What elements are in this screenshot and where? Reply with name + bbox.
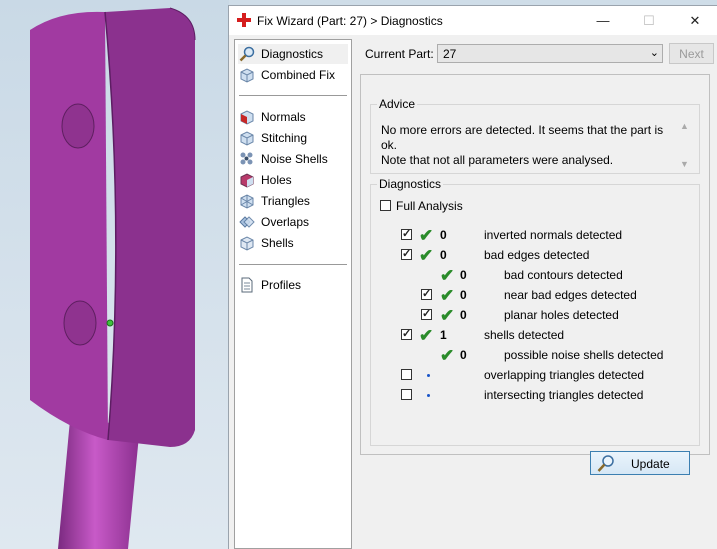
shells-icon bbox=[238, 234, 256, 252]
planar-holes-text: planar holes detected bbox=[504, 308, 619, 322]
check-icon: ✔ bbox=[440, 266, 455, 285]
nav-combined-fix[interactable]: Combined Fix bbox=[238, 65, 348, 85]
intersecting-triangles-checkbox[interactable] bbox=[401, 389, 412, 400]
nav-normals[interactable]: Normals bbox=[238, 107, 348, 127]
noise-shells-icon bbox=[238, 150, 256, 168]
check-icon: ✔ bbox=[419, 226, 434, 245]
bad-edges-text: bad edges detected bbox=[484, 248, 590, 262]
diagnostics-group: Diagnostics Full Analysis ✔ 0 inverted n… bbox=[370, 177, 700, 446]
main-content: Current Part: 27 ⌄ Next Advice No more e… bbox=[360, 39, 716, 549]
hole-bottom bbox=[63, 300, 97, 346]
current-part-value: 27 bbox=[443, 47, 457, 61]
advice-group: Advice No more errors are detected. It s… bbox=[370, 97, 700, 174]
nav-diagnostics[interactable]: Diagnostics bbox=[238, 44, 348, 64]
marker-point bbox=[106, 319, 114, 327]
magnifier-icon bbox=[597, 455, 614, 472]
shells-count: 1 bbox=[440, 328, 447, 342]
nav-overlaps[interactable]: Overlaps bbox=[238, 212, 348, 232]
magnifier-icon bbox=[238, 45, 256, 63]
check-icon: ✔ bbox=[440, 346, 455, 365]
nav-label: Stitching bbox=[261, 131, 308, 145]
noise-shells-text: possible noise shells detected bbox=[504, 348, 664, 362]
scroll-up-icon: ▲ bbox=[680, 121, 689, 131]
dialog-title: Fix Wizard (Part: 27) > Diagnostics bbox=[257, 14, 443, 28]
scroll-down-icon: ▼ bbox=[680, 159, 689, 169]
bad-edges-count: 0 bbox=[440, 248, 447, 262]
full-analysis-label: Full Analysis bbox=[396, 199, 463, 213]
update-button[interactable]: Update bbox=[590, 451, 690, 475]
shells-text: shells detected bbox=[484, 328, 565, 342]
cube-icon bbox=[238, 66, 256, 84]
part-model bbox=[30, 7, 196, 549]
nav-label: Overlaps bbox=[261, 215, 310, 229]
advice-line: Note that not all parameters were analys… bbox=[381, 153, 614, 167]
title-bar: Fix Wizard (Part: 27) > Diagnostics — ☐ … bbox=[229, 6, 717, 35]
nav-stitching[interactable]: Stitching bbox=[238, 128, 348, 148]
normals-cube-icon bbox=[238, 108, 256, 126]
inverted-normals-count: 0 bbox=[440, 228, 447, 242]
red-cross-icon bbox=[237, 13, 251, 27]
nav-label: Holes bbox=[261, 173, 292, 187]
nav-shells[interactable]: Shells bbox=[238, 233, 348, 253]
chevron-down-icon: ⌄ bbox=[649, 47, 659, 59]
close-button[interactable]: ✕ bbox=[672, 6, 717, 35]
next-button[interactable]: Next bbox=[669, 43, 714, 64]
inverted-normals-text: inverted normals detected bbox=[484, 228, 623, 242]
fix-wizard-dialog: Fix Wizard (Part: 27) > Diagnostics — ☐ … bbox=[228, 5, 717, 549]
advice-legend: Advice bbox=[377, 97, 418, 111]
current-part-label: Current Part: bbox=[365, 47, 434, 61]
nav-holes[interactable]: Holes bbox=[238, 170, 348, 190]
wizard-nav: Diagnostics Combined Fix Normals Stitchi… bbox=[234, 39, 352, 549]
intersecting-triangles-text: intersecting triangles detected bbox=[484, 388, 644, 402]
bad-edges-checkbox[interactable] bbox=[401, 247, 412, 260]
nav-label: Normals bbox=[261, 110, 306, 124]
maximize-button[interactable]: ☐ bbox=[626, 6, 672, 35]
overlaps-icon bbox=[238, 213, 256, 231]
near-bad-edges-checkbox[interactable] bbox=[421, 287, 432, 300]
pending-dot-icon bbox=[427, 394, 430, 397]
advice-scrollbar[interactable]: ▲ ▼ bbox=[680, 121, 694, 169]
noise-shells-count: 0 bbox=[460, 348, 467, 362]
3d-viewport[interactable] bbox=[0, 0, 229, 549]
pending-dot-icon bbox=[427, 374, 430, 377]
advice-text: No more errors are detected. It seems th… bbox=[381, 123, 671, 168]
near-bad-edges-count: 0 bbox=[460, 288, 467, 302]
shells-checkbox[interactable] bbox=[401, 327, 412, 340]
minimize-button[interactable]: — bbox=[580, 6, 626, 35]
near-bad-edges-text: near bad edges detected bbox=[504, 288, 637, 302]
nav-profiles[interactable]: Profiles bbox=[238, 275, 348, 295]
check-icon: ✔ bbox=[440, 286, 455, 305]
bad-contours-text: bad contours detected bbox=[504, 268, 623, 282]
check-icon: ✔ bbox=[419, 326, 434, 345]
triangles-icon bbox=[238, 192, 256, 210]
diagnostics-legend: Diagnostics bbox=[377, 177, 444, 191]
planar-holes-checkbox[interactable] bbox=[421, 307, 432, 320]
overlapping-triangles-text: overlapping triangles detected bbox=[484, 368, 645, 382]
hole-top bbox=[61, 103, 95, 149]
full-analysis-checkbox[interactable] bbox=[380, 200, 391, 211]
nav-label: Diagnostics bbox=[261, 47, 324, 61]
inverted-normals-checkbox[interactable] bbox=[401, 227, 412, 240]
document-icon bbox=[238, 276, 256, 294]
nav-label: Shells bbox=[261, 236, 294, 250]
nav-label: Profiles bbox=[261, 278, 302, 292]
check-icon: ✔ bbox=[419, 246, 434, 265]
bad-contours-count: 0 bbox=[460, 268, 467, 282]
planar-holes-count: 0 bbox=[460, 308, 467, 322]
nav-label: Triangles bbox=[261, 194, 310, 208]
side-shape bbox=[105, 8, 195, 447]
holes-cube-icon bbox=[238, 171, 256, 189]
nav-label: Noise Shells bbox=[261, 152, 328, 166]
diagnostics-panel: Advice No more errors are detected. It s… bbox=[360, 74, 710, 475]
nav-label: Combined Fix bbox=[261, 68, 336, 82]
nav-noise-shells[interactable]: Noise Shells bbox=[238, 149, 348, 169]
check-icon: ✔ bbox=[440, 306, 455, 325]
update-label: Update bbox=[631, 457, 670, 471]
face-shape bbox=[30, 11, 108, 441]
current-part-select[interactable]: 27 ⌄ bbox=[437, 44, 663, 63]
stitching-cube-icon bbox=[238, 129, 256, 147]
nav-triangles[interactable]: Triangles bbox=[238, 191, 348, 211]
advice-line: No more errors are detected. It seems th… bbox=[381, 123, 664, 152]
overlapping-triangles-checkbox[interactable] bbox=[401, 369, 412, 380]
